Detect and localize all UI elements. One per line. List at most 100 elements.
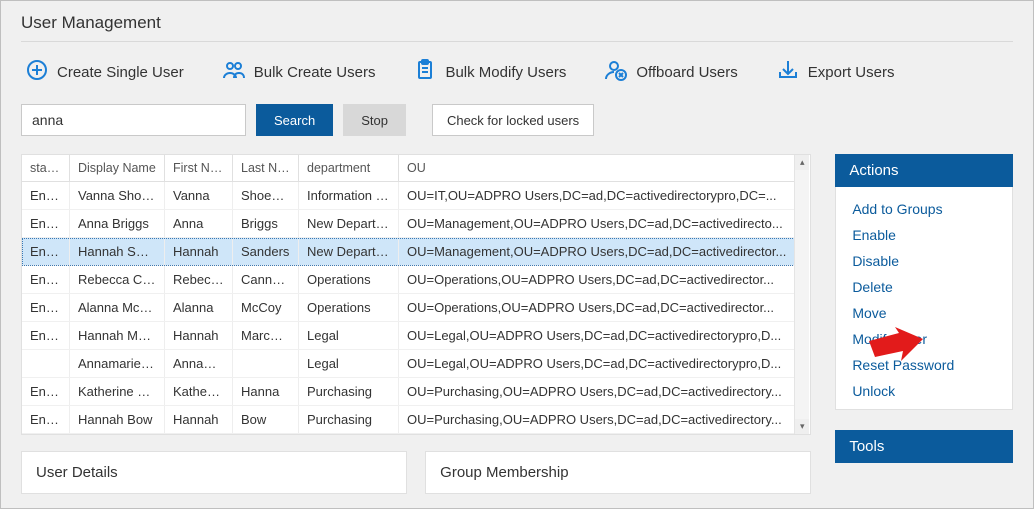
cell: Sanders bbox=[233, 238, 299, 265]
tool-download[interactable]: Export Users bbox=[776, 58, 895, 86]
search-button[interactable]: Search bbox=[256, 104, 333, 136]
users-grid: status Display Name First Name Last Name… bbox=[21, 154, 811, 435]
cell: Ena... bbox=[22, 378, 70, 405]
cell: Briggs bbox=[233, 210, 299, 237]
col-first-name[interactable]: First Name bbox=[165, 155, 233, 181]
cell: Purchasing bbox=[299, 406, 399, 433]
check-locked-users-button[interactable]: Check for locked users bbox=[432, 104, 594, 136]
cell: New Department bbox=[299, 238, 399, 265]
cell: Purchasing bbox=[299, 378, 399, 405]
cell bbox=[22, 350, 70, 377]
tool-label: Bulk Create Users bbox=[254, 64, 376, 81]
col-ou[interactable]: OU bbox=[399, 155, 795, 181]
scroll-up-icon[interactable]: ▴ bbox=[795, 155, 809, 170]
tool-users[interactable]: Bulk Create Users bbox=[222, 58, 376, 86]
action-add-to-groups[interactable]: Add to Groups bbox=[852, 201, 996, 217]
tool-label: Export Users bbox=[808, 64, 895, 81]
cell: Legal bbox=[299, 350, 399, 377]
cell: Shoema... bbox=[233, 182, 299, 209]
table-row[interactable]: Ena...Rebecca Can...RebeccaCannad...Oper… bbox=[22, 266, 795, 294]
action-move[interactable]: Move bbox=[852, 305, 996, 321]
table-row[interactable]: Ena...Hannah Sand...HannahSandersNew Dep… bbox=[22, 238, 795, 266]
tool-user-x[interactable]: Offboard Users bbox=[604, 58, 737, 86]
cell: OU=Operations,OU=ADPRO Users,DC=ad,DC=ac… bbox=[399, 266, 795, 293]
action-modify-user[interactable]: Modify User bbox=[852, 331, 996, 347]
cell: Ena... bbox=[22, 266, 70, 293]
action-disable[interactable]: Disable bbox=[852, 253, 996, 269]
action-reset-password[interactable]: Reset Password bbox=[852, 357, 996, 373]
cell: Hannah Marc... bbox=[70, 322, 165, 349]
cell: Information Sy... bbox=[299, 182, 399, 209]
cell: Anna Briggs bbox=[70, 210, 165, 237]
clipboard-icon bbox=[413, 58, 437, 86]
tool-label: Offboard Users bbox=[636, 64, 737, 81]
cell: Hannah bbox=[165, 406, 233, 433]
cell: Ena... bbox=[22, 294, 70, 321]
cell: OU=Legal,OU=ADPRO Users,DC=ad,DC=actived… bbox=[399, 322, 795, 349]
cell: Hannah Bow bbox=[70, 406, 165, 433]
col-department[interactable]: department bbox=[299, 155, 399, 181]
stop-button[interactable]: Stop bbox=[343, 104, 406, 136]
search-row: Search Stop Check for locked users bbox=[21, 104, 1013, 136]
cell: Ena... bbox=[22, 210, 70, 237]
search-input[interactable] bbox=[21, 104, 246, 136]
actions-panel: Actions Add to Groups Enable Disable Delete… bbox=[835, 154, 1013, 410]
cell: Ena... bbox=[22, 322, 70, 349]
cell: OU=Management,OU=ADPRO Users,DC=ad,DC=ac… bbox=[399, 238, 795, 265]
table-row[interactable]: Ena...Anna BriggsAnnaBriggsNew Departmen… bbox=[22, 210, 795, 238]
table-row[interactable]: Annamarie S...Annama...LegalOU=Legal,OU=… bbox=[22, 350, 795, 378]
table-row[interactable]: Ena...Hannah BowHannahBowPurchasingOU=Pu… bbox=[22, 406, 795, 434]
table-row[interactable]: Ena...Vanna Shoem...VannaShoema...Inform… bbox=[22, 182, 795, 210]
cell: Annama... bbox=[165, 350, 233, 377]
cell: Hanna bbox=[233, 378, 299, 405]
cell: Ena... bbox=[22, 406, 70, 433]
cell: Ena... bbox=[22, 182, 70, 209]
cell: Hannah bbox=[165, 322, 233, 349]
cell: Vanna bbox=[165, 182, 233, 209]
scroll-down-icon[interactable]: ▾ bbox=[795, 419, 809, 434]
scrollbar[interactable]: ▴ ▾ bbox=[794, 155, 809, 434]
tool-clipboard[interactable]: Bulk Modify Users bbox=[413, 58, 566, 86]
cell: Marcano bbox=[233, 322, 299, 349]
group-membership-panel: Group Membership bbox=[425, 451, 811, 494]
grid-header: status Display Name First Name Last Name… bbox=[22, 155, 795, 182]
cell: Rebecca Can... bbox=[70, 266, 165, 293]
action-unlock[interactable]: Unlock bbox=[852, 383, 996, 399]
tool-label: Bulk Modify Users bbox=[445, 64, 566, 81]
cell: Hannah bbox=[165, 238, 233, 265]
col-last-name[interactable]: Last Name bbox=[233, 155, 299, 181]
col-status[interactable]: status bbox=[22, 155, 70, 181]
cell bbox=[233, 350, 299, 377]
action-delete[interactable]: Delete bbox=[852, 279, 996, 295]
action-enable[interactable]: Enable bbox=[852, 227, 996, 243]
cell: Katherine bbox=[165, 378, 233, 405]
table-row[interactable]: Ena...Alanna McCoyAlannaMcCoyOperationsO… bbox=[22, 294, 795, 322]
table-row[interactable]: Ena...Hannah Marc...HannahMarcanoLegalOU… bbox=[22, 322, 795, 350]
cell: Operations bbox=[299, 266, 399, 293]
user-details-panel: User Details bbox=[21, 451, 407, 494]
cell: Vanna Shoem... bbox=[70, 182, 165, 209]
cell: Katherine Ha... bbox=[70, 378, 165, 405]
cell: Annamarie S... bbox=[70, 350, 165, 377]
user-x-icon bbox=[604, 58, 628, 86]
tools-panel-title: Tools bbox=[835, 430, 1013, 463]
cell: OU=Purchasing,OU=ADPRO Users,DC=ad,DC=ac… bbox=[399, 406, 795, 433]
tool-label: Create Single User bbox=[57, 64, 184, 81]
cell: Legal bbox=[299, 322, 399, 349]
cell: New Department bbox=[299, 210, 399, 237]
cell: Operations bbox=[299, 294, 399, 321]
actions-panel-title: Actions bbox=[835, 154, 1013, 187]
cell: OU=Purchasing,OU=ADPRO Users,DC=ad,DC=ac… bbox=[399, 378, 795, 405]
table-row[interactable]: Ena...Katherine Ha...KatherineHannaPurch… bbox=[22, 378, 795, 406]
cell: Rebecca bbox=[165, 266, 233, 293]
plus-circle-icon bbox=[25, 58, 49, 86]
tool-plus-circle[interactable]: Create Single User bbox=[25, 58, 184, 86]
col-display-name[interactable]: Display Name bbox=[70, 155, 165, 181]
cell: Alanna bbox=[165, 294, 233, 321]
cell: OU=IT,OU=ADPRO Users,DC=ad,DC=activedire… bbox=[399, 182, 795, 209]
cell: Ena... bbox=[22, 238, 70, 265]
toolbar: Create Single User Bulk Create Users Bulk … bbox=[21, 42, 1013, 104]
page-title: User Management bbox=[21, 13, 1013, 42]
cell: Bow bbox=[233, 406, 299, 433]
cell: OU=Management,OU=ADPRO Users,DC=ad,DC=ac… bbox=[399, 210, 795, 237]
